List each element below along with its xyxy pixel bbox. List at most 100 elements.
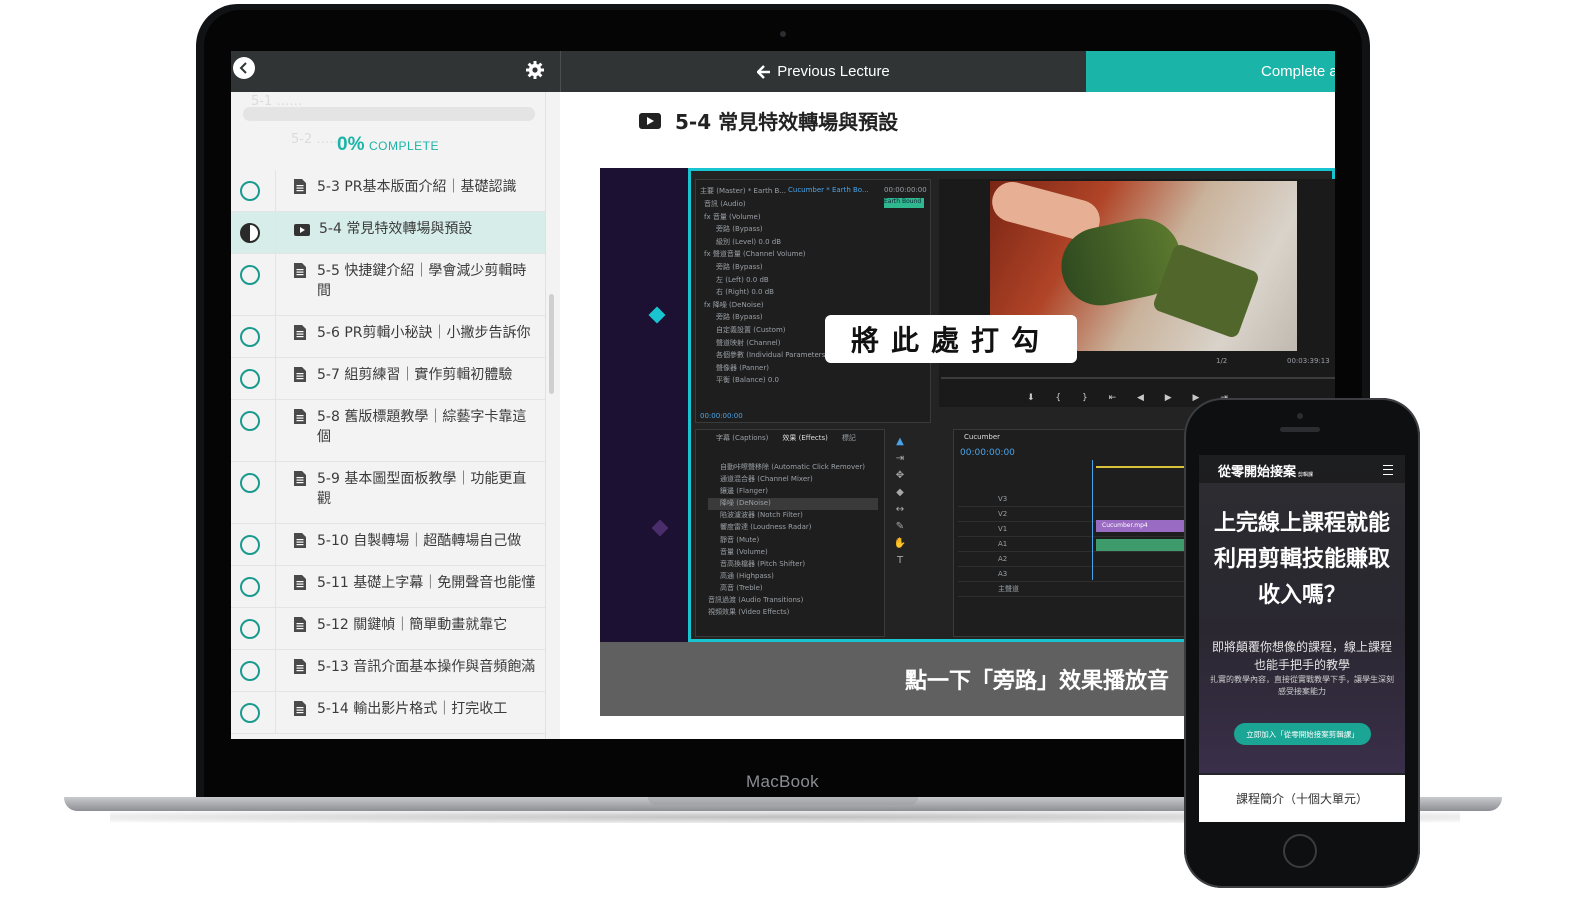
- audio-clip[interactable]: [1096, 539, 1186, 551]
- circle-icon[interactable]: [240, 181, 260, 201]
- half-circle-icon[interactable]: [240, 223, 260, 243]
- pr-tab-right: Cucumber * Earth Bo...: [788, 186, 869, 194]
- phone-home-button[interactable]: [1283, 834, 1317, 868]
- lesson-row[interactable]: 5-10 自製轉場｜超酷轉場自己做: [231, 524, 545, 566]
- circle-icon[interactable]: [240, 661, 260, 681]
- lesson-row[interactable]: 5-6 PR剪輯小秘訣｜小撇步告訴你: [231, 316, 545, 358]
- type-tool-icon[interactable]: T: [891, 552, 909, 569]
- timeline-timecode: 00:00:00:00: [960, 448, 1015, 458]
- lesson-row[interactable]: 5-4 常見特效轉場與預設: [231, 212, 545, 254]
- callout-label: 將此處打勾: [825, 315, 1077, 363]
- circle-icon[interactable]: [240, 265, 260, 285]
- lesson-row[interactable]: 5-3 PR基本版面介紹｜基礎認識: [231, 170, 545, 212]
- circle-icon[interactable]: [240, 369, 260, 389]
- video-icon: [639, 112, 661, 129]
- effect-item[interactable]: 視頻效果 (Video Effects): [708, 607, 878, 619]
- phone-logo-small: 剪輯課: [1298, 472, 1314, 478]
- effect-item[interactable]: 降噪 (DeNoise): [708, 498, 878, 511]
- circle-icon[interactable]: [240, 703, 260, 723]
- lesson-title: 5-9 基本圖型面板教學｜功能更直觀: [317, 471, 527, 507]
- video-icon: [294, 224, 310, 236]
- complete-and-continue-label: Complete and Continue: [1261, 63, 1335, 80]
- effect-row[interactable]: 平衡 (Balance) 0.0: [702, 375, 882, 388]
- effects-tab[interactable]: 字幕 (Captions): [716, 433, 768, 443]
- razor-icon[interactable]: ◆: [891, 484, 909, 501]
- effect-item[interactable]: 鑲邊 (Flanger): [708, 486, 878, 498]
- playhead[interactable]: [1092, 460, 1093, 580]
- scrub-bar[interactable]: [941, 377, 1335, 379]
- lesson-title: 5-13 音訊介面基本操作與音頻飽滿: [317, 659, 536, 675]
- effects-tab[interactable]: 標記: [842, 433, 856, 443]
- course-intro-link[interactable]: 課程簡介（十個大單元）: [1199, 775, 1405, 822]
- effect-row[interactable]: 聲像器 (Panner): [702, 363, 882, 376]
- hamburger-menu-icon[interactable]: [1383, 465, 1393, 475]
- lesson-row[interactable]: 5-9 基本圖型面板教學｜功能更直觀: [231, 462, 545, 524]
- effect-item[interactable]: 高音 (Treble): [708, 583, 878, 595]
- pr-fraction: 1/2: [1216, 357, 1228, 365]
- effect-row[interactable]: 旁路 (Bypass): [702, 262, 882, 275]
- tools-panel[interactable]: ▲ ⇥ ✥ ◆ ↔ ✎ ✋ T: [891, 433, 909, 613]
- lesson-row[interactable]: 5-11 基礎上字幕｜免開聲音也能懂: [231, 566, 545, 608]
- document-icon: [294, 179, 306, 194]
- back-button[interactable]: [233, 57, 255, 79]
- effect-item[interactable]: 自動咔嚓聲移除 (Automatic Click Remover): [708, 462, 878, 474]
- lesson-divider: [275, 400, 276, 461]
- effect-item[interactable]: 通道混合器 (Channel Mixer): [708, 474, 878, 486]
- effect-row[interactable]: 右 (Right) 0.0 dB: [702, 287, 882, 300]
- effects-tab[interactable]: 效果 (Effects): [782, 433, 827, 443]
- video-clip[interactable]: Cucumber.mp4: [1096, 520, 1186, 532]
- circle-icon[interactable]: [240, 473, 260, 493]
- circle-icon[interactable]: [240, 327, 260, 347]
- effect-item[interactable]: 高通 (Highpass): [708, 571, 878, 583]
- slip-icon[interactable]: ↔: [891, 501, 909, 518]
- effect-row[interactable]: 級別 (Level) 0.0 dB: [702, 237, 882, 250]
- circle-icon[interactable]: [240, 535, 260, 555]
- effect-row[interactable]: 左 (Left) 0.0 dB: [702, 275, 882, 288]
- pen-icon[interactable]: ✎: [891, 518, 909, 535]
- video-side-panel: [600, 168, 688, 642]
- settings-button[interactable]: [525, 60, 545, 80]
- effect-row[interactable]: 旁路 (Bypass): [702, 224, 882, 237]
- effect-item[interactable]: 音量 (Volume): [708, 547, 878, 559]
- lesson-row[interactable]: 5-5 快捷鍵介紹｜學會減少剪輯時間: [231, 254, 545, 316]
- effect-item[interactable]: 陷波濾波器 (Notch Filter): [708, 510, 878, 522]
- lesson-row[interactable]: 5-13 音訊介面基本操作與音頻飽滿: [231, 650, 545, 692]
- effect-controls-panel: 主要 (Master) * Earth B... Cucumber * Eart…: [695, 179, 931, 423]
- phone-description: 扎實的教學內容，直接從實戰教學下手，讓學生深刻感受接案能力: [1210, 675, 1394, 696]
- document-icon: [294, 263, 306, 278]
- effect-row[interactable]: fx 聲道音量 (Channel Volume): [702, 249, 882, 262]
- effect-item[interactable]: 音訊過渡 (Audio Transitions): [708, 595, 878, 607]
- circle-icon[interactable]: [240, 577, 260, 597]
- lesson-title: 5-10 自製轉場｜超酷轉場自己做: [317, 533, 522, 549]
- effect-item[interactable]: 響度雷達 (Loudness Radar): [708, 522, 878, 534]
- lesson-row[interactable]: 5-14 輸出影片格式｜打完收工: [231, 692, 545, 734]
- lesson-row[interactable]: 5-12 關鍵幀｜簡單動畫就靠它: [231, 608, 545, 650]
- circle-icon[interactable]: [240, 411, 260, 431]
- track-select-icon[interactable]: ⇥: [891, 450, 909, 467]
- lesson-divider: [275, 170, 276, 211]
- lesson-row[interactable]: 5-7 組剪練習｜實作剪輯初體驗: [231, 358, 545, 400]
- document-icon: [294, 701, 306, 716]
- effect-row[interactable]: 音訊 (Audio): [702, 199, 882, 212]
- previous-lecture-button[interactable]: Previous Lecture: [561, 51, 1086, 92]
- hand-icon[interactable]: ✋: [891, 535, 909, 552]
- pr-timecode-bottom: 00:00:00:00: [700, 412, 743, 420]
- sidebar-scrollbar[interactable]: [549, 294, 554, 394]
- effect-item[interactable]: 音高換檔器 (Pitch Shifter): [708, 559, 878, 571]
- lesson-divider: [275, 566, 276, 607]
- selection-tool-icon[interactable]: ▲: [891, 433, 909, 450]
- document-icon: [294, 617, 306, 632]
- effect-item[interactable]: 靜音 (Mute): [708, 535, 878, 547]
- ripple-icon[interactable]: ✥: [891, 467, 909, 484]
- document-icon: [294, 471, 306, 486]
- lesson-divider: [275, 316, 276, 357]
- circle-icon[interactable]: [240, 619, 260, 639]
- join-course-button[interactable]: 立即加入「從零開始接案剪輯課」: [1234, 723, 1371, 745]
- effect-row[interactable]: fx 音量 (Volume): [702, 212, 882, 225]
- lecture-heading: 5-4 常見特效轉場與預設: [639, 106, 898, 135]
- phone-logo[interactable]: 從零開始接案 剪輯課: [1218, 461, 1313, 480]
- complete-and-continue-button[interactable]: Complete and Continue: [1086, 51, 1335, 92]
- effect-row[interactable]: fx 降噪 (DeNoise): [702, 300, 882, 313]
- document-icon: [294, 367, 306, 382]
- lesson-row[interactable]: 5-8 舊版標題教學｜綜藝字卡靠這個: [231, 400, 545, 462]
